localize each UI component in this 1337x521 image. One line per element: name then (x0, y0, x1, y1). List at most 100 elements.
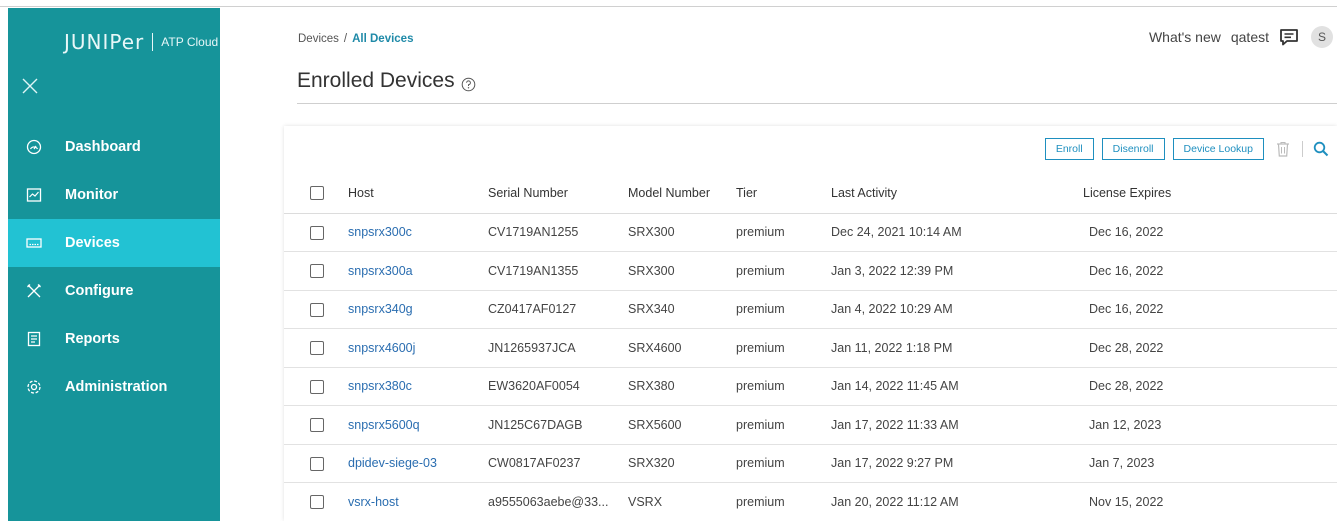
sidebar-item-label: Reports (65, 331, 120, 347)
table-row[interactable]: snpsrx340g CZ0417AF0127 SRX340 premium J… (284, 290, 1337, 329)
tier-cell: premium (736, 213, 831, 252)
trash-icon[interactable] (1276, 141, 1290, 157)
sidebar-item-reports[interactable]: Reports (8, 315, 220, 363)
brand: JUNIPer ATP Cloud (64, 30, 218, 54)
host-link[interactable]: snpsrx300a (348, 264, 413, 278)
sidebar: JUNIPer ATP Cloud Dashboard Monitor Devi… (8, 8, 220, 521)
user-name[interactable]: qatest (1231, 29, 1269, 45)
sidebar-item-monitor[interactable]: Monitor (8, 171, 220, 219)
row-checkbox[interactable] (310, 418, 324, 433)
table-row[interactable]: snpsrx380c EW3620AF0054 SRX380 premium J… (284, 367, 1337, 406)
row-checkbox[interactable] (310, 456, 324, 471)
sidebar-item-administration[interactable]: Administration (8, 363, 220, 411)
page-title: Enrolled Devices (297, 69, 455, 92)
tier-cell: premium (736, 405, 831, 445)
help-icon[interactable] (461, 74, 476, 91)
tier-cell: premium (736, 367, 831, 406)
model-cell: SRX340 (628, 290, 736, 329)
toolbar-divider (1302, 141, 1303, 157)
enroll-button[interactable]: Enroll (1044, 138, 1094, 160)
brand-separator (152, 33, 154, 51)
feedback-icon[interactable] (1279, 28, 1299, 46)
host-cell: snpsrx5600q (348, 405, 488, 445)
row-checkbox[interactable] (310, 302, 324, 317)
table-row[interactable]: dpidev-siege-03 CW0817AF0237 SRX320 prem… (284, 444, 1337, 483)
table-row[interactable]: snpsrx300c CV1719AN1255 SRX300 premium D… (284, 213, 1337, 252)
tier-cell: premium (736, 328, 831, 368)
sidebar-nav: Dashboard Monitor Devices Configure Repo… (8, 123, 220, 411)
last-activity-cell: Jan 17, 2022 9:27 PM (831, 444, 1033, 483)
monitor-chart-icon (25, 186, 43, 204)
license-expires-cell: Dec 16, 2022 (1033, 290, 1337, 329)
column-header-host[interactable]: Host (348, 173, 488, 214)
tier-cell: premium (736, 482, 831, 521)
serial-cell: CZ0417AF0127 (488, 290, 628, 329)
table-row[interactable]: snpsrx300a CV1719AN1355 SRX300 premium J… (284, 251, 1337, 291)
host-link[interactable]: snpsrx4600j (348, 341, 415, 355)
devices-table: Host Serial Number Model Number Tier Las… (284, 173, 1337, 521)
sidebar-item-label: Administration (65, 379, 168, 395)
juniper-logo: JUNIPer (64, 30, 145, 54)
serial-cell: JN1265937JCA (488, 328, 628, 368)
breadcrumb-separator: / (343, 33, 348, 45)
row-select-cell (284, 367, 348, 406)
sidebar-item-configure[interactable]: Configure (8, 267, 220, 315)
column-header-model[interactable]: Model Number (628, 173, 736, 214)
column-header-serial[interactable]: Serial Number (488, 173, 628, 214)
last-activity-cell: Jan 14, 2022 11:45 AM (831, 367, 1033, 406)
serial-cell: CV1719AN1355 (488, 251, 628, 291)
license-expires-cell: Nov 15, 2022 (1033, 482, 1337, 521)
row-checkbox[interactable] (310, 495, 324, 510)
row-select-cell (284, 405, 348, 445)
tier-cell: premium (736, 290, 831, 329)
table-row[interactable]: snpsrx5600q JN125C67DAGB SRX5600 premium… (284, 405, 1337, 445)
header-right: What's new qatest S (1149, 26, 1337, 48)
model-cell: SRX300 (628, 213, 736, 252)
table-toolbar: Enroll Disenroll Device Lookup (1044, 138, 1337, 160)
host-link[interactable]: vsrx-host (348, 495, 399, 509)
table-row[interactable]: vsrx-host a9555063aebe@33... VSRX premiu… (284, 482, 1337, 521)
column-header-tier[interactable]: Tier (736, 173, 831, 214)
license-expires-cell: Dec 16, 2022 (1033, 213, 1337, 252)
sidebar-item-devices[interactable]: Devices (8, 219, 220, 267)
column-header-license-expires[interactable]: License Expires (1033, 173, 1337, 214)
table-header-row: Host Serial Number Model Number Tier Las… (284, 173, 1337, 214)
sidebar-item-label: Dashboard (65, 139, 141, 155)
row-checkbox[interactable] (310, 264, 324, 279)
host-cell: snpsrx4600j (348, 328, 488, 368)
host-cell: snpsrx380c (348, 367, 488, 406)
host-link[interactable]: snpsrx5600q (348, 418, 420, 432)
row-checkbox[interactable] (310, 225, 324, 240)
host-link[interactable]: snpsrx300c (348, 225, 412, 239)
sidebar-item-dashboard[interactable]: Dashboard (8, 123, 220, 171)
sidebar-gutter (220, 8, 260, 521)
license-expires-cell: Dec 16, 2022 (1033, 251, 1337, 291)
breadcrumb-parent[interactable]: Devices (298, 33, 339, 45)
row-checkbox[interactable] (310, 341, 324, 356)
row-select-cell (284, 444, 348, 483)
host-cell: dpidev-siege-03 (348, 444, 488, 483)
top-border (0, 0, 1337, 7)
select-all-checkbox[interactable] (310, 186, 324, 201)
last-activity-cell: Jan 3, 2022 12:39 PM (831, 251, 1033, 291)
close-icon[interactable] (18, 74, 42, 98)
serial-cell: CV1719AN1255 (488, 213, 628, 252)
title-divider (297, 103, 1337, 104)
search-icon[interactable] (1313, 141, 1329, 157)
last-activity-cell: Dec 24, 2021 10:14 AM (831, 213, 1033, 252)
table-row[interactable]: snpsrx4600j JN1265937JCA SRX4600 premium… (284, 328, 1337, 368)
serial-cell: JN125C67DAGB (488, 405, 628, 445)
row-select-cell (284, 290, 348, 329)
host-link[interactable]: snpsrx380c (348, 379, 412, 393)
disenroll-button[interactable]: Disenroll (1101, 138, 1165, 160)
device-lookup-button[interactable]: Device Lookup (1172, 138, 1264, 160)
host-link[interactable]: dpidev-siege-03 (348, 456, 437, 470)
row-checkbox[interactable] (310, 379, 324, 394)
tier-cell: premium (736, 444, 831, 483)
row-select-cell (284, 251, 348, 291)
whats-new-link[interactable]: What's new (1149, 29, 1221, 45)
sidebar-item-label: Configure (65, 283, 134, 299)
host-link[interactable]: snpsrx340g (348, 302, 413, 316)
column-header-last-activity[interactable]: Last Activity (831, 173, 1033, 214)
avatar[interactable]: S (1311, 26, 1333, 48)
